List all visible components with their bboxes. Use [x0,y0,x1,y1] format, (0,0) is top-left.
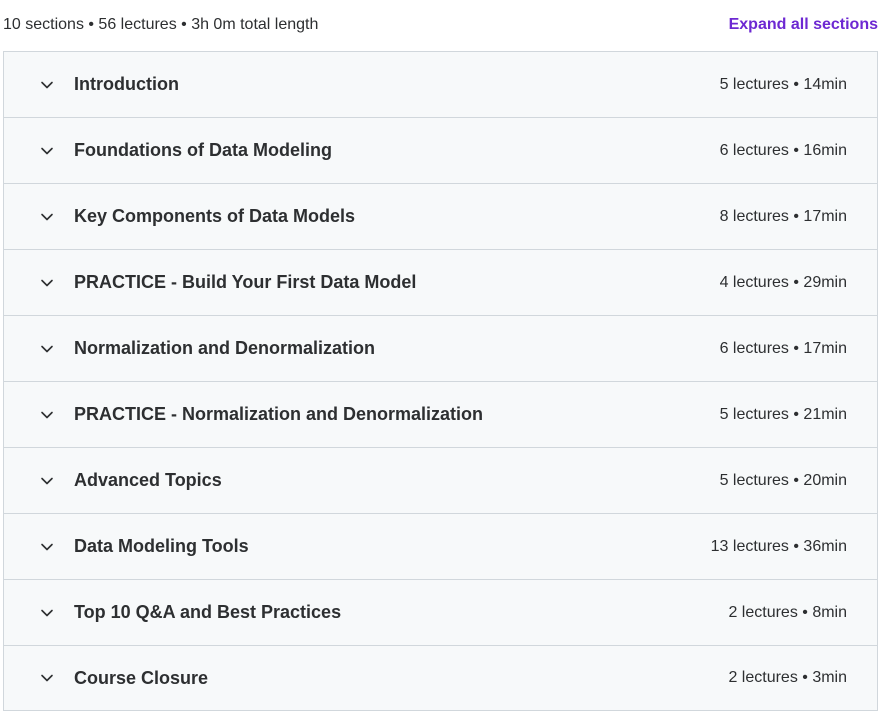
course-curriculum: 10 sections • 56 lectures • 3h 0m total … [0,0,881,716]
curriculum-header: 10 sections • 56 lectures • 3h 0m total … [0,0,881,51]
section-title: Foundations of Data Modeling [74,140,332,160]
section-meta: 4 lectures • 29min [719,273,847,291]
chevron-down-icon [38,274,56,292]
section-key-components[interactable]: Key Components of Data Models 8 lectures… [4,184,877,250]
section-title: Advanced Topics [74,470,222,490]
expand-all-sections-button[interactable]: Expand all sections [729,16,878,34]
chevron-down-icon [38,604,56,622]
section-meta: 6 lectures • 17min [719,339,847,357]
section-meta: 5 lectures • 21min [719,405,847,423]
section-normalization[interactable]: Normalization and Denormalization 6 lect… [4,316,877,382]
chevron-down-icon [38,538,56,556]
section-practice-normalization[interactable]: PRACTICE - Normalization and Denormaliza… [4,382,877,448]
section-meta: 2 lectures • 8min [728,603,847,621]
section-title: Normalization and Denormalization [74,338,376,358]
chevron-down-icon [38,406,56,424]
section-top-10-qa[interactable]: Top 10 Q&A and Best Practices 2 lectures… [4,580,877,646]
chevron-down-icon [38,142,56,160]
section-course-closure[interactable]: Course Closure 2 lectures • 3min [4,646,877,710]
chevron-down-icon [38,76,56,94]
chevron-down-icon [38,472,56,490]
section-title: PRACTICE - Build Your First Data Model [74,272,417,292]
section-title: Introduction [74,74,179,94]
section-practice-first-data-model[interactable]: PRACTICE - Build Your First Data Model 4… [4,250,877,316]
section-meta: 5 lectures • 20min [719,471,847,489]
section-meta: 8 lectures • 17min [719,207,847,225]
section-title: Data Modeling Tools [74,536,249,556]
section-foundations-of-data-modeling[interactable]: Foundations of Data Modeling 6 lectures … [4,118,877,184]
section-data-modeling-tools[interactable]: Data Modeling Tools 13 lectures • 36min [4,514,877,580]
section-advanced-topics[interactable]: Advanced Topics 5 lectures • 20min [4,448,877,514]
chevron-down-icon [38,340,56,358]
section-title: Key Components of Data Models [74,206,356,226]
section-meta: 13 lectures • 36min [710,537,847,555]
section-title: Course Closure [74,667,209,688]
section-title: Top 10 Q&A and Best Practices [74,602,342,622]
sections-accordion: Introduction 5 lectures • 14min Foundati… [3,51,878,711]
chevron-down-icon [38,208,56,226]
section-title: PRACTICE - Normalization and Denormaliza… [74,404,484,424]
curriculum-summary: 10 sections • 56 lectures • 3h 0m total … [3,15,319,33]
section-meta: 2 lectures • 3min [728,669,847,686]
section-meta: 5 lectures • 14min [719,75,847,93]
section-meta: 6 lectures • 16min [719,141,847,159]
section-introduction[interactable]: Introduction 5 lectures • 14min [4,52,877,118]
chevron-down-icon [38,669,56,687]
